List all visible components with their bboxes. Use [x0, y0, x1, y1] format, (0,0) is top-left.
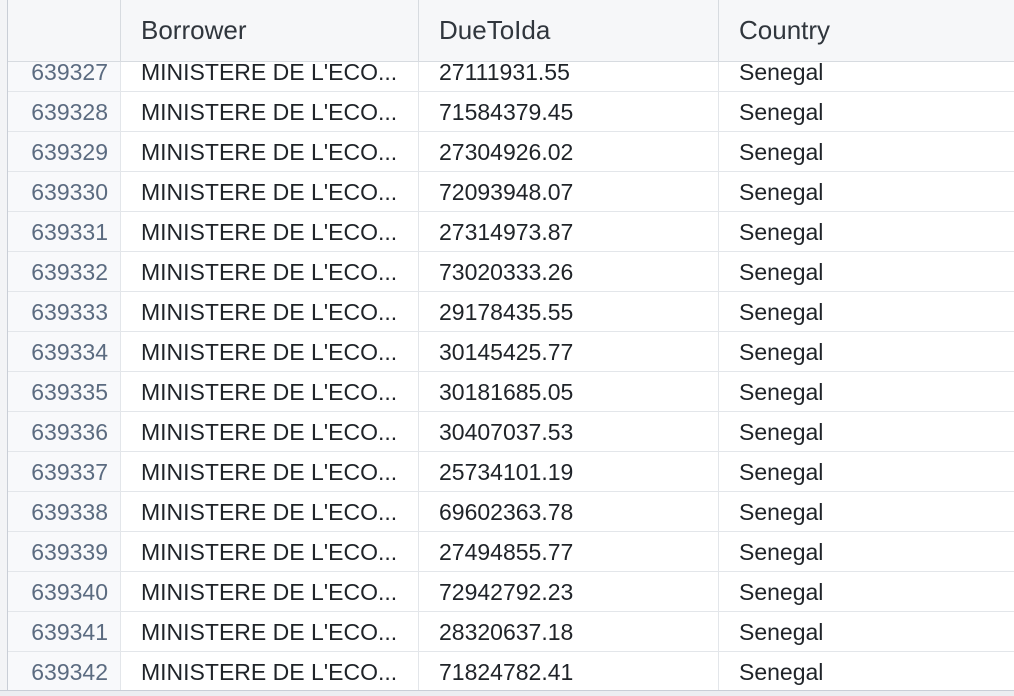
due-to-ida-cell[interactable]: 30145425.77 [419, 332, 719, 371]
table-row[interactable]: 639328 MINISTERE DE L'ECO... 71584379.45 Se… [8, 92, 1014, 132]
due-to-ida-cell[interactable]: 71824782.41 [419, 652, 719, 691]
table-row[interactable]: 639333 MINISTERE DE L'ECO... 29178435.55 Se… [8, 292, 1014, 332]
borrower-cell[interactable]: MINISTERE DE L'ECO... [121, 652, 419, 691]
window-left-edge [0, 0, 8, 696]
borrower-cell[interactable]: MINISTERE DE L'ECO... [121, 572, 419, 611]
borrower-cell[interactable]: MINISTERE DE L'ECO... [121, 412, 419, 451]
row-index-cell[interactable]: 639332 [8, 252, 121, 291]
country-cell[interactable]: Senegal [719, 652, 1014, 691]
country-cell[interactable]: Senegal [719, 172, 1014, 211]
row-index-cell[interactable]: 639330 [8, 172, 121, 211]
borrower-cell[interactable]: MINISTERE DE L'ECO... [121, 252, 419, 291]
row-index-cell[interactable]: 639337 [8, 452, 121, 491]
row-index-cell[interactable]: 639341 [8, 612, 121, 651]
borrower-cell[interactable]: MINISTERE DE L'ECO... [121, 132, 419, 171]
table-row[interactable]: 639331 MINISTERE DE L'ECO... 27314973.87 Se… [8, 212, 1014, 252]
row-index-cell[interactable]: 639340 [8, 572, 121, 611]
row-index-cell[interactable]: 639329 [8, 132, 121, 171]
country-cell[interactable]: Senegal [719, 492, 1014, 531]
table-row[interactable]: 639330 MINISTERE DE L'ECO... 72093948.07 Se… [8, 172, 1014, 212]
borrower-cell[interactable]: MINISTERE DE L'ECO... [121, 492, 419, 531]
country-cell[interactable]: Senegal [719, 572, 1014, 611]
row-index-cell[interactable]: 639333 [8, 292, 121, 331]
table-row[interactable]: 639338 MINISTERE DE L'ECO... 69602363.78 Se… [8, 492, 1014, 532]
due-to-ida-cell[interactable]: 71584379.45 [419, 92, 719, 131]
table-row[interactable]: 639342 MINISTERE DE L'ECO... 71824782.41 Se… [8, 652, 1014, 692]
borrower-cell[interactable]: MINISTERE DE L'ECO... [121, 452, 419, 491]
country-cell[interactable]: Senegal [719, 332, 1014, 371]
country-cell[interactable]: Senegal [719, 412, 1014, 451]
borrower-cell[interactable]: MINISTERE DE L'ECO... [121, 92, 419, 131]
country-cell[interactable]: Senegal [719, 372, 1014, 411]
borrower-cell[interactable]: MINISTERE DE L'ECO... [121, 532, 419, 571]
country-cell[interactable]: Senegal [719, 612, 1014, 651]
borrower-cell[interactable]: MINISTERE DE L'ECO... [121, 372, 419, 411]
column-header-country[interactable]: Country [719, 0, 1014, 61]
country-cell[interactable]: Senegal [719, 452, 1014, 491]
due-to-ida-cell[interactable]: 28320637.18 [419, 612, 719, 651]
row-index-cell[interactable]: 639336 [8, 412, 121, 451]
due-to-ida-cell[interactable]: 27494855.77 [419, 532, 719, 571]
table-row[interactable]: 639340 MINISTERE DE L'ECO... 72942792.23 Se… [8, 572, 1014, 612]
borrower-cell[interactable]: MINISTERE DE L'ECO... [121, 332, 419, 371]
data-grid: Borrower DueToIda Country 639327 MINISTER… [0, 0, 1014, 696]
country-cell[interactable]: Senegal [719, 212, 1014, 251]
table-row[interactable]: 639337 MINISTERE DE L'ECO... 25734101.19 Se… [8, 452, 1014, 492]
row-index-cell[interactable]: 639331 [8, 212, 121, 251]
due-to-ida-cell[interactable]: 27314973.87 [419, 212, 719, 251]
country-cell[interactable]: Senegal [719, 92, 1014, 131]
row-index-cell[interactable]: 639338 [8, 492, 121, 531]
column-header-index[interactable] [8, 0, 121, 61]
due-to-ida-cell[interactable]: 72942792.23 [419, 572, 719, 611]
due-to-ida-cell[interactable]: 25734101.19 [419, 452, 719, 491]
row-index-cell[interactable]: 639342 [8, 652, 121, 691]
due-to-ida-cell[interactable]: 30407037.53 [419, 412, 719, 451]
column-header-borrower[interactable]: Borrower [121, 0, 419, 61]
country-cell[interactable]: Senegal [719, 132, 1014, 171]
row-index-cell[interactable]: 639335 [8, 372, 121, 411]
due-to-ida-cell[interactable]: 29178435.55 [419, 292, 719, 331]
row-index-cell[interactable]: 639328 [8, 92, 121, 131]
table-row[interactable]: 639335 MINISTERE DE L'ECO... 30181685.05 Se… [8, 372, 1014, 412]
borrower-cell[interactable]: MINISTERE DE L'ECO... [121, 612, 419, 651]
country-cell[interactable]: Senegal [719, 532, 1014, 571]
table-row[interactable]: 639334 MINISTERE DE L'ECO... 30145425.77 Se… [8, 332, 1014, 372]
table-row[interactable]: 639336 MINISTERE DE L'ECO... 30407037.53 Se… [8, 412, 1014, 452]
country-cell[interactable]: Senegal [719, 292, 1014, 331]
borrower-cell[interactable]: MINISTERE DE L'ECO... [121, 292, 419, 331]
table-row[interactable]: 639339 MINISTERE DE L'ECO... 27494855.77 Se… [8, 532, 1014, 572]
country-cell[interactable]: Senegal [719, 252, 1014, 291]
borrower-cell[interactable]: MINISTERE DE L'ECO... [121, 172, 419, 211]
table-row[interactable]: 639341 MINISTERE DE L'ECO... 28320637.18 Se… [8, 612, 1014, 652]
due-to-ida-cell[interactable]: 69602363.78 [419, 492, 719, 531]
due-to-ida-cell[interactable]: 30181685.05 [419, 372, 719, 411]
table-row[interactable]: 639332 MINISTERE DE L'ECO... 73020333.26 Se… [8, 252, 1014, 292]
due-to-ida-cell[interactable]: 72093948.07 [419, 172, 719, 211]
due-to-ida-cell[interactable]: 27304926.02 [419, 132, 719, 171]
table-row[interactable]: 639329 MINISTERE DE L'ECO... 27304926.02 Se… [8, 132, 1014, 172]
horizontal-scrollbar-track[interactable] [0, 690, 1014, 696]
due-to-ida-cell[interactable]: 73020333.26 [419, 252, 719, 291]
table-body: 639327 MINISTERE DE L'ECO... 27111931.55 Se… [8, 52, 1014, 692]
borrower-cell[interactable]: MINISTERE DE L'ECO... [121, 212, 419, 251]
table-header: Borrower DueToIda Country [8, 0, 1014, 62]
column-header-due-to-ida[interactable]: DueToIda [419, 0, 719, 61]
row-index-cell[interactable]: 639334 [8, 332, 121, 371]
row-index-cell[interactable]: 639339 [8, 532, 121, 571]
